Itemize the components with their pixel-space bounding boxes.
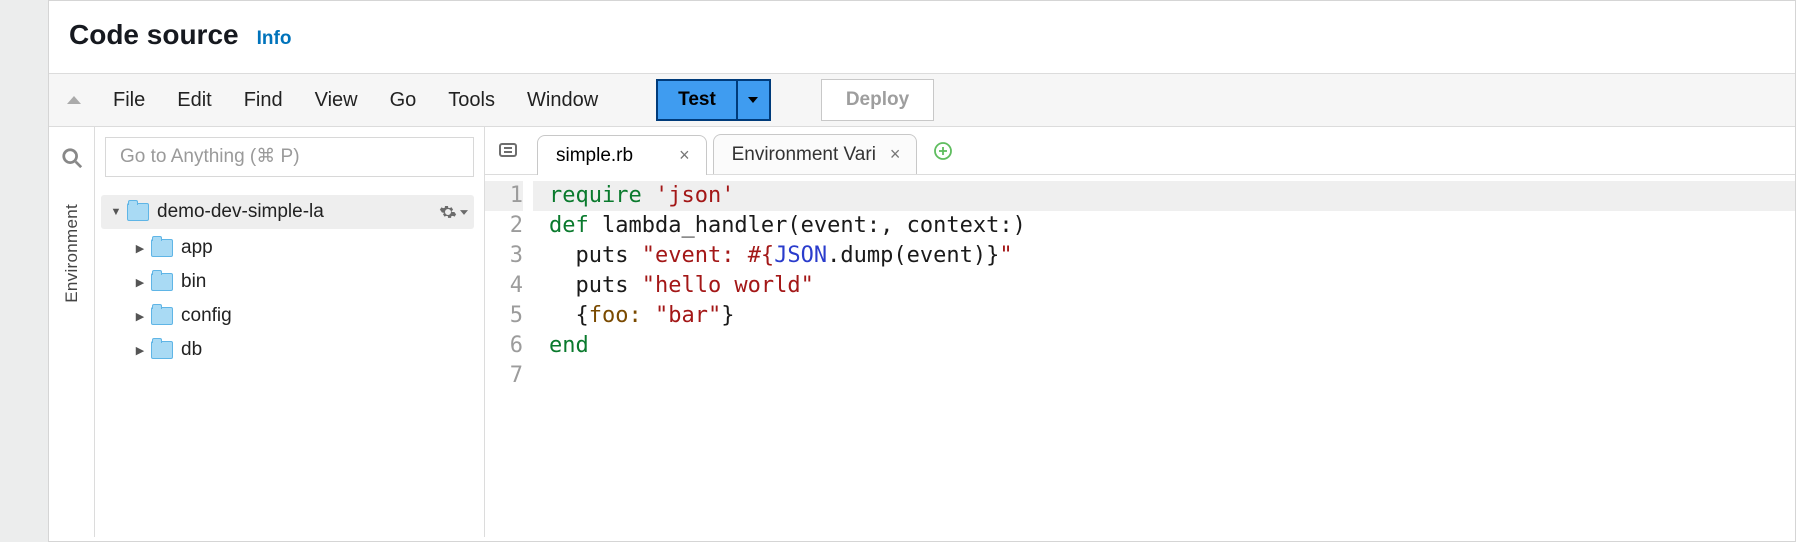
tree-root[interactable]: ▼ demo-dev-simple-la [101, 195, 474, 229]
menubar: File Edit Find View Go Tools Window Test Deplo… [49, 73, 1795, 127]
collapse-panel-icon[interactable] [63, 89, 85, 111]
line-number: 6 [485, 331, 523, 361]
code-line[interactable]: {foo: "bar"} [549, 301, 1795, 331]
folder-icon [151, 273, 173, 291]
tree-item-app[interactable]: ▶ app [101, 231, 482, 265]
line-number: 3 [485, 241, 523, 271]
tabstrip: simple.rb × Environment Vari × [485, 127, 1795, 175]
close-icon[interactable]: × [884, 142, 907, 167]
close-icon[interactable]: × [673, 143, 696, 168]
tree-item-label: app [181, 237, 476, 259]
file-tree-sidebar: ▼ demo-dev-simple-la ▶ app ▶ bin ▶ config ▶ db [95, 127, 485, 537]
info-link[interactable]: Info [257, 28, 292, 50]
caret-down-icon [460, 210, 468, 215]
caret-down-icon [748, 97, 758, 103]
line-number: 1 [485, 181, 523, 211]
chevron-down-icon[interactable]: ▼ [107, 206, 125, 218]
tree-root-label: demo-dev-simple-la [157, 201, 431, 223]
code-line[interactable]: puts "event: #{JSON.dump(event)}" [549, 241, 1795, 271]
code-line[interactable]: puts "hello world" [549, 271, 1795, 301]
folder-icon [151, 239, 173, 257]
folder-icon [151, 307, 173, 325]
line-number: 2 [485, 211, 523, 241]
goto-anything-input[interactable] [105, 137, 474, 177]
code-line[interactable]: def lambda_handler(event:, context:) [549, 211, 1795, 241]
line-number: 4 [485, 271, 523, 301]
menu-edit[interactable]: Edit [177, 89, 211, 112]
tree-item-label: config [181, 305, 476, 327]
code-editor[interactable]: 1234567 require 'json'def lambda_handler… [485, 175, 1795, 537]
tab-simple-rb[interactable]: simple.rb × [537, 135, 707, 175]
menu-view[interactable]: View [315, 89, 358, 112]
line-number: 7 [485, 361, 523, 391]
menu-go[interactable]: Go [390, 89, 417, 112]
menu-file[interactable]: File [113, 89, 145, 112]
tree-item-label: bin [181, 271, 476, 293]
editor-pane: simple.rb × Environment Vari × 1234567 requ… [485, 127, 1795, 537]
line-number-gutter: 1234567 [485, 175, 533, 537]
test-dropdown-button[interactable] [737, 79, 771, 121]
line-number: 5 [485, 301, 523, 331]
code-line[interactable]: end [549, 331, 1795, 361]
tab-label: simple.rb [556, 145, 633, 167]
environment-tab[interactable]: Environment [60, 198, 84, 309]
tree-item-bin[interactable]: ▶ bin [101, 265, 482, 299]
code-line[interactable]: require 'json' [533, 181, 1795, 211]
gear-icon [439, 203, 457, 221]
page-title: Code source [69, 19, 239, 51]
add-tab-button[interactable] [933, 141, 953, 166]
tree-item-label: db [181, 339, 476, 361]
test-button[interactable]: Test [656, 79, 737, 121]
search-icon[interactable] [55, 141, 89, 180]
menu-tools[interactable]: Tools [448, 89, 495, 112]
chevron-right-icon[interactable]: ▶ [131, 276, 149, 289]
tab-environment-vari[interactable]: Environment Vari × [713, 134, 918, 174]
chevron-right-icon[interactable]: ▶ [131, 310, 149, 323]
menu-window[interactable]: Window [527, 89, 598, 112]
tree-item-config[interactable]: ▶ config [101, 299, 482, 333]
deploy-button[interactable]: Deploy [821, 79, 934, 121]
tree-item-db[interactable]: ▶ db [101, 333, 482, 367]
code-line[interactable] [549, 361, 1795, 391]
code-content[interactable]: require 'json'def lambda_handler(event:,… [533, 175, 1795, 537]
menu-find[interactable]: Find [244, 89, 283, 112]
tab-history-icon[interactable] [493, 143, 531, 174]
folder-icon [151, 341, 173, 359]
left-rail: Environment [49, 127, 95, 537]
folder-icon [127, 203, 149, 221]
tab-label: Environment Vari [732, 144, 876, 166]
tree-settings-button[interactable] [439, 203, 468, 221]
chevron-right-icon[interactable]: ▶ [131, 242, 149, 255]
panel-header: Code source Info [49, 1, 1795, 73]
chevron-right-icon[interactable]: ▶ [131, 344, 149, 357]
